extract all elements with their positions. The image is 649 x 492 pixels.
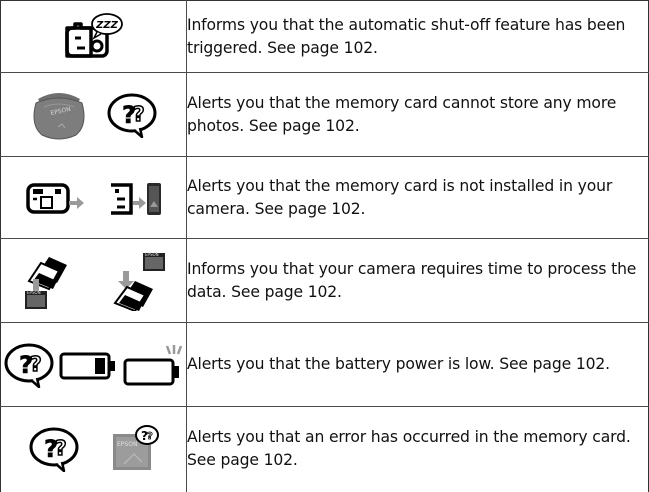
- question-bubble-icon: ? ?: [107, 93, 156, 138]
- svg-text:?: ?: [30, 352, 42, 376]
- card-brand-label: EPSON: [117, 441, 137, 448]
- icon-cell: EPSON EPSON: [0, 238, 187, 323]
- row-description: Informs you that your camera requires ti…: [186, 238, 649, 323]
- full-memory-card-icon: EPSON: [33, 92, 84, 139]
- row-description: Alerts you that an error has occurred in…: [186, 406, 649, 492]
- icon-cell: ZZZ: [0, 0, 187, 73]
- processing-camera-to-card-icon: EPSON: [112, 252, 165, 311]
- table-row: ZZZ Informs you that the automatic shut-…: [0, 0, 649, 73]
- question-bubble-icon: ? ?: [4, 343, 53, 388]
- sleep-mark: ZZZ: [95, 20, 119, 31]
- table-row: ? ? EPSON ? ? Alerts you that an error h…: [0, 406, 649, 492]
- card-brand-label: EPSON: [145, 252, 159, 257]
- svg-text:?: ?: [133, 102, 145, 126]
- row-description: Alerts you that the memory card is not i…: [186, 156, 649, 239]
- row-description: Informs you that the automatic shut-off …: [186, 0, 649, 73]
- table-row: EPSON EPSON Informs you that your camera…: [0, 238, 649, 323]
- status-icon-table: ZZZ Informs you that the automatic shut-…: [0, 0, 649, 492]
- icon-cell: ? ? EPSON ? ?: [0, 406, 187, 492]
- processing-card-to-camera-icon: EPSON: [24, 256, 67, 309]
- memory-card-error-icon: EPSON ? ?: [112, 425, 159, 471]
- svg-text:?: ?: [55, 436, 67, 460]
- question-bubble-icon: ? ?: [29, 427, 78, 473]
- row-description: Alerts you that the battery power is low…: [186, 322, 649, 407]
- card-brand-label: EPSON: [27, 290, 41, 295]
- battery-empty-icon: [123, 344, 182, 385]
- camera-card-slot-icon: [110, 182, 161, 215]
- icon-cell: [0, 156, 187, 239]
- battery-low-icon: [59, 352, 115, 379]
- sleep-camera-icon: ZZZ: [64, 12, 123, 58]
- table-row: ? ? Alerts you that the battery power is: [0, 322, 649, 407]
- row-description: Alerts you that the memory card cannot s…: [186, 72, 649, 157]
- svg-text:?: ?: [147, 431, 153, 442]
- camera-insert-card-icon: [25, 182, 84, 214]
- table-row: Alerts you that the memory card is not i…: [0, 156, 649, 239]
- icon-cell: EPSON ? ?: [0, 72, 187, 157]
- icon-cell: ? ?: [0, 322, 187, 407]
- table-row: EPSON ? ? Alerts you that the memory car…: [0, 72, 649, 157]
